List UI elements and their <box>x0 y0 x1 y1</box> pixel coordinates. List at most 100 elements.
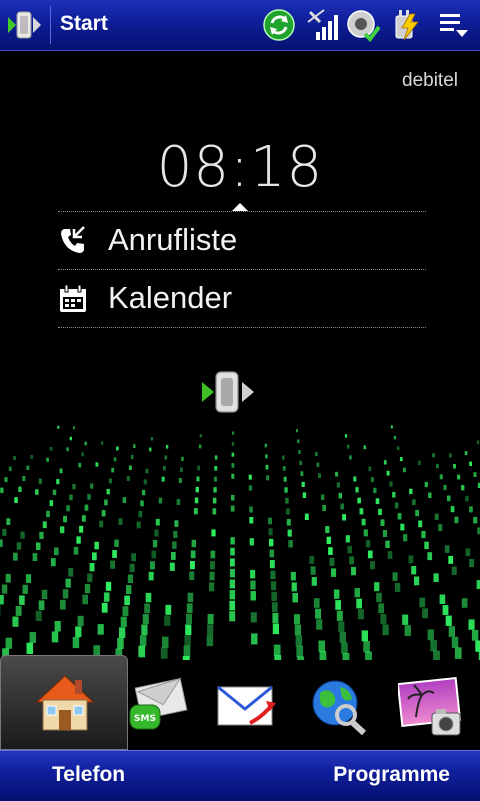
matrix-glyph <box>384 460 387 464</box>
softkey-right[interactable]: Programme <box>333 763 450 787</box>
matrix-glyph <box>181 457 184 461</box>
matrix-glyph <box>6 638 13 649</box>
matrix-glyph <box>53 490 56 496</box>
matrix-glyph <box>269 539 273 546</box>
matrix-glyph <box>232 463 235 468</box>
matrix-glyph <box>383 530 387 537</box>
matrix-glyph <box>119 518 123 525</box>
matrix-glyph <box>421 531 425 538</box>
matrix-glyph <box>440 474 443 479</box>
clock-time[interactable]: 08:18 <box>0 135 480 200</box>
matrix-glyph <box>288 530 292 537</box>
matrix-glyph <box>362 630 368 641</box>
matrix-glyph <box>17 542 22 550</box>
matrix-glyph <box>211 551 216 559</box>
matrix-glyph <box>210 561 215 569</box>
start-menu-label[interactable]: Start <box>60 12 108 36</box>
matrix-glyph <box>52 632 58 643</box>
svg-text:SMS: SMS <box>134 714 156 724</box>
windows-mobile-logo-icon[interactable] <box>6 9 46 41</box>
matrix-glyph <box>428 629 434 640</box>
matrix-glyph <box>111 468 114 473</box>
matrix-glyph <box>27 643 34 654</box>
photos-icon <box>398 677 464 739</box>
matrix-glyph <box>230 590 236 599</box>
matrix-glyph <box>465 496 469 502</box>
matrix-glyph <box>427 552 432 560</box>
matrix-glyph <box>85 442 87 446</box>
matrix-glyph <box>446 616 452 626</box>
matrix-glyph <box>302 482 305 487</box>
matrix-glyph <box>130 564 135 572</box>
menu-icon[interactable] <box>436 8 470 42</box>
matrix-glyph <box>402 615 408 625</box>
matrix-glyph <box>102 603 108 613</box>
matrix-glyph <box>299 461 302 465</box>
matrix-glyph <box>14 497 17 503</box>
matrix-glyph <box>194 508 198 514</box>
dock-home[interactable] <box>0 655 128 750</box>
matrix-glyph <box>322 505 326 511</box>
matrix-glyph <box>364 445 366 449</box>
matrix-glyph <box>121 617 127 627</box>
operator-name: debitel <box>402 70 458 92</box>
matrix-glyph <box>288 540 292 547</box>
matrix-glyph <box>82 595 88 605</box>
matrix-glyph <box>230 537 234 544</box>
matrix-glyph <box>473 517 477 524</box>
matrix-glyph <box>452 637 459 648</box>
matrix-glyph <box>213 498 217 504</box>
dock-photos[interactable] <box>394 655 466 750</box>
matrix-glyph <box>154 530 158 537</box>
matrix-glyph <box>447 496 451 502</box>
matrix-glyph <box>249 517 253 524</box>
matrix-glyph <box>196 487 199 492</box>
matrix-glyph <box>309 556 314 564</box>
matrix-glyph <box>128 574 133 583</box>
calendar-item[interactable]: Kalender <box>58 270 426 326</box>
matrix-glyph <box>398 513 402 519</box>
matrix-glyph <box>195 498 199 504</box>
matrix-glyph <box>229 611 235 621</box>
matrix-glyph <box>295 625 301 636</box>
internet-icon <box>308 677 368 737</box>
matrix-glyph <box>315 609 321 619</box>
matrix-glyph <box>291 572 296 581</box>
battery-charging-icon[interactable] <box>388 8 422 42</box>
matrix-glyph <box>79 526 83 533</box>
matrix-glyph <box>300 471 303 476</box>
matrix-glyph <box>150 561 155 569</box>
sync-icon[interactable] <box>262 8 296 42</box>
dock-email[interactable] <box>210 655 280 750</box>
matrix-glyph <box>378 603 384 613</box>
call-log-item[interactable]: Anrufliste <box>58 212 426 268</box>
matrix-glyph <box>73 426 75 429</box>
dock-sms[interactable]: SMS <box>128 655 192 750</box>
matrix-glyph <box>211 529 215 536</box>
matrix-glyph <box>466 548 471 556</box>
matrix-glyph <box>207 625 213 636</box>
signal-icon[interactable] <box>304 8 338 42</box>
matrix-glyph <box>144 604 150 614</box>
matrix-glyph <box>389 481 392 486</box>
matrix-glyph <box>395 503 399 509</box>
matrix-glyph <box>287 519 291 526</box>
matrix-glyph <box>292 593 298 602</box>
matrix-glyph <box>230 580 235 589</box>
status-divider <box>50 6 51 44</box>
matrix-glyph <box>270 571 275 580</box>
dock-internet[interactable] <box>300 655 376 750</box>
matrix-glyph <box>356 599 362 609</box>
softkey-left[interactable]: Telefon <box>52 763 125 787</box>
matrix-glyph <box>117 638 124 649</box>
matrix-glyph <box>180 467 183 472</box>
matrix-glyph <box>119 627 125 638</box>
matrix-glyph <box>445 545 450 553</box>
matrix-glyph <box>112 550 117 558</box>
matrix-glyph <box>349 455 352 459</box>
matrix-glyph <box>477 580 480 589</box>
matrix-glyph <box>418 461 421 465</box>
matrix-glyph <box>338 621 344 632</box>
matrix-glyph <box>72 484 75 489</box>
speaker-icon[interactable] <box>346 8 380 42</box>
